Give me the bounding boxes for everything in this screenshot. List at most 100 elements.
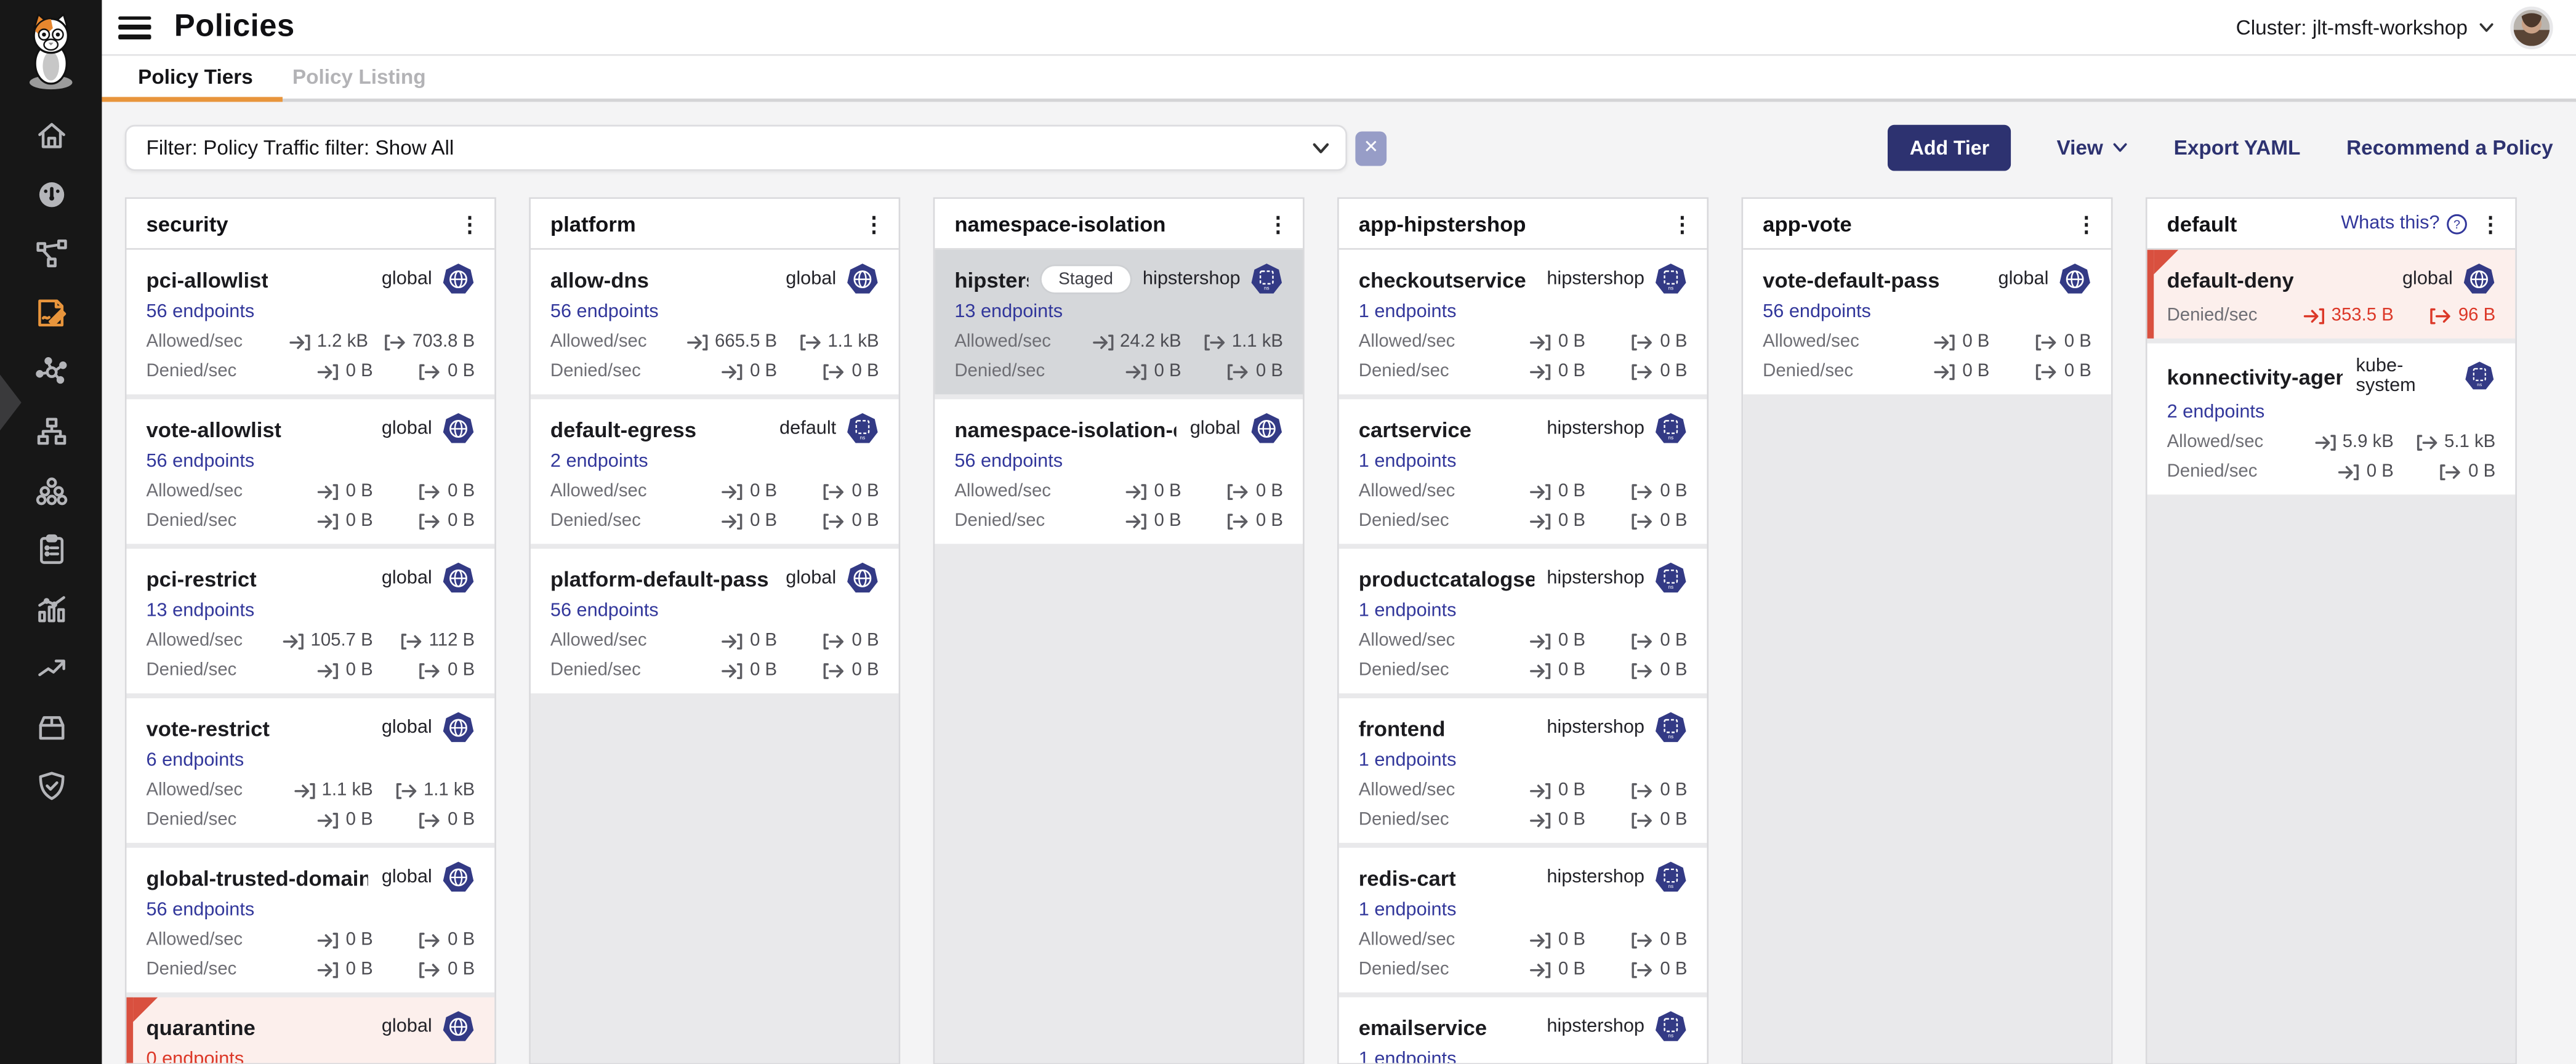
kebab-menu-icon[interactable]: ⋮ [2479, 213, 2502, 235]
endpoints-link[interactable]: 1 endpoints [1359, 602, 1457, 621]
cluster-selector[interactable]: Cluster: jlt-msft-workshop [2236, 15, 2494, 38]
endpoints-link[interactable]: 56 endpoints [954, 452, 1063, 472]
policy-card-konnectivity-agent[interactable]: konnectivity-agent kube-system ns 2 endp… [2147, 344, 2516, 494]
outbound-arrow-icon [824, 482, 845, 500]
kebab-menu-icon[interactable]: ⋮ [1671, 213, 1694, 235]
recommend-policy-button[interactable]: Recommend a Policy [2346, 136, 2553, 159]
sidebar-item-dashboard[interactable] [22, 164, 81, 224]
metric-in-value: 0 B [1558, 930, 1585, 949]
endpoints-link[interactable]: 13 endpoints [954, 302, 1063, 322]
calico-cat-logo[interactable] [13, 10, 89, 92]
sidebar-item-metrics[interactable] [22, 578, 81, 637]
endpoints-link[interactable]: 6 endpoints [146, 751, 244, 770]
sidebar-item-endpoints[interactable] [22, 460, 81, 519]
tab-policy-tiers[interactable]: Policy Tiers [118, 56, 273, 99]
sidebar-item-network[interactable] [22, 401, 81, 460]
sidebar-item-activity[interactable] [22, 637, 81, 696]
metric-row: Denied/sec 353.5 B 96 B [2167, 305, 2496, 325]
metric-rows: Allowed/sec 5.9 kB 5.1 kB Denied/sec 0 B… [2167, 432, 2496, 482]
policy-card-vote-allowlist[interactable]: vote-allowlist global 56 endpoints Allow… [126, 399, 494, 544]
metric-in-value: 1.1 kB [322, 780, 373, 800]
policy-card-redis-cart[interactable]: redis-cart hipstershop ns 1 endpoints Al… [1339, 848, 1707, 993]
policy-card-allow-dns[interactable]: allow-dns global 56 endpoints Allowed/se… [531, 250, 899, 395]
main-area: Policies Cluster: jlt-msft-workshop Poli… [102, 0, 2576, 1064]
close-icon: ✕ [1363, 139, 1379, 156]
endpoints-link[interactable]: 56 endpoints [550, 302, 659, 322]
endpoints-link[interactable]: 56 endpoints [146, 302, 254, 322]
metric-in-value: 0 B [1154, 511, 1181, 531]
metric-label: Denied/sec [954, 511, 1079, 531]
sidebar-item-policies[interactable] [22, 283, 81, 342]
policy-card-emailservice[interactable]: emailservice hipstershop ns 1 endpoints … [1339, 997, 1707, 1063]
metric-in-value: 0 B [346, 959, 373, 979]
metric-out-value: 0 B [1660, 631, 1687, 651]
policy-card-vote-default-pass[interactable]: vote-default-pass global 56 endpoints Al… [1743, 250, 2111, 395]
export-yaml-button[interactable]: Export YAML [2174, 136, 2301, 159]
metric-in-value: 0 B [1558, 631, 1585, 651]
outbound-arrow-icon [420, 362, 441, 380]
sidebar-item-logs[interactable] [22, 519, 81, 578]
endpoints-link[interactable]: 1 endpoints [1359, 1050, 1457, 1063]
sidebar-item-flows[interactable] [22, 342, 81, 401]
endpoints-link[interactable]: 1 endpoints [1359, 900, 1457, 920]
sidebar-item-packages[interactable] [22, 696, 81, 756]
sidebar-item-home[interactable] [22, 105, 81, 164]
chevron-down-icon [1313, 142, 1329, 154]
endpoints-link[interactable]: 56 endpoints [1763, 302, 1871, 322]
metric-row: Denied/sec 0 B 0 B [1763, 361, 2091, 381]
metric-out-value: 1.1 kB [1232, 332, 1283, 352]
endpoints-link[interactable]: 1 endpoints [1359, 452, 1457, 472]
endpoints-link[interactable]: 56 endpoints [146, 452, 254, 472]
policy-card-pci-restrict[interactable]: pci-restrict global 13 endpoints Allowed… [126, 549, 494, 693]
global-scope-icon [2058, 263, 2091, 296]
policy-card-cartservice[interactable]: cartservice hipstershop ns 1 endpoints A… [1339, 399, 1707, 544]
metric-row: Denied/sec 0 B 0 B [146, 361, 475, 381]
policy-card-pci-allowlist[interactable]: pci-allowlist global 56 endpoints Allowe… [126, 250, 494, 395]
svg-text:ns: ns [1668, 734, 1673, 740]
kebab-menu-icon[interactable]: ⋮ [863, 213, 885, 235]
sidebar-item-service-graph[interactable] [22, 224, 81, 283]
policy-filter-select[interactable]: Filter: Policy Traffic filter: Show All [125, 125, 1347, 171]
tier-header: platform ⋮ [531, 199, 899, 250]
kebab-menu-icon[interactable]: ⋮ [2075, 213, 2098, 235]
add-tier-button[interactable]: Add Tier [1888, 125, 2011, 171]
endpoints-link[interactable]: 1 endpoints [1359, 751, 1457, 770]
network-tree-icon [34, 413, 68, 448]
policy-card-hipstershop-gh[interactable]: hipstershop-gh… Staged hipstershop ns 13… [935, 250, 1303, 395]
metric-in-value: 0 B [1962, 332, 1989, 352]
policy-card-frontend[interactable]: frontend hipstershop ns 1 endpoints Allo… [1339, 698, 1707, 843]
metric-label: Allowed/sec [954, 332, 1079, 352]
tier-help-link[interactable]: Whats this? ? [2341, 213, 2468, 235]
view-button[interactable]: View [2056, 136, 2127, 159]
policy-card-default-egress[interactable]: default-egress default ns 2 endpoints Al… [531, 399, 899, 544]
metric-in-value: 0 B [1558, 332, 1585, 352]
outbound-arrow-icon [1632, 931, 1654, 949]
tab-label: Policy Listing [292, 66, 426, 89]
policy-card-namespace-isolation-default-p[interactable]: namespace-isolation-default-p… global 56… [935, 399, 1303, 544]
clear-filter-button[interactable]: ✕ [1355, 131, 1387, 165]
svg-text:ns: ns [1668, 584, 1673, 590]
policy-card-default-deny[interactable]: default-deny global Denied/sec 353.5 B [2147, 250, 2516, 339]
policy-card-quarantine[interactable]: quarantine global 0 endpoints [126, 997, 494, 1063]
policy-card-productcatalogservice[interactable]: productcatalogservice hipstershop ns 1 e… [1339, 549, 1707, 693]
policy-card-global-trusted-domains[interactable]: global-trusted-domains global 56 endpoin… [126, 848, 494, 993]
endpoints-link[interactable]: 0 endpoints [146, 1050, 244, 1063]
endpoints-link[interactable]: 56 endpoints [550, 602, 659, 621]
endpoints-link[interactable]: 1 endpoints [1359, 302, 1457, 322]
policy-card-checkoutservice[interactable]: checkoutservice hipstershop ns 1 endpoin… [1339, 250, 1707, 395]
policy-card-vote-restrict[interactable]: vote-restrict global 6 endpoints Allowed… [126, 698, 494, 843]
hamburger-menu-icon[interactable] [118, 15, 151, 38]
inbound-arrow-icon [1531, 632, 1552, 650]
sidebar-item-compliance[interactable] [22, 756, 81, 815]
endpoints-link[interactable]: 13 endpoints [146, 602, 254, 621]
endpoints-link[interactable]: 2 endpoints [2167, 403, 2265, 422]
scope-label: hipstershop [1547, 868, 1644, 887]
policy-card-platform-default-pass[interactable]: platform-default-pass global 56 endpoint… [531, 549, 899, 693]
endpoints-link[interactable]: 2 endpoints [550, 452, 648, 472]
endpoints-link[interactable]: 56 endpoints [146, 900, 254, 920]
inbound-arrow-icon [722, 482, 744, 500]
kebab-menu-icon[interactable]: ⋮ [1266, 213, 1289, 235]
user-avatar[interactable] [2510, 6, 2553, 48]
kebab-menu-icon[interactable]: ⋮ [458, 213, 481, 235]
tab-policy-listing[interactable]: Policy Listing [273, 56, 446, 99]
